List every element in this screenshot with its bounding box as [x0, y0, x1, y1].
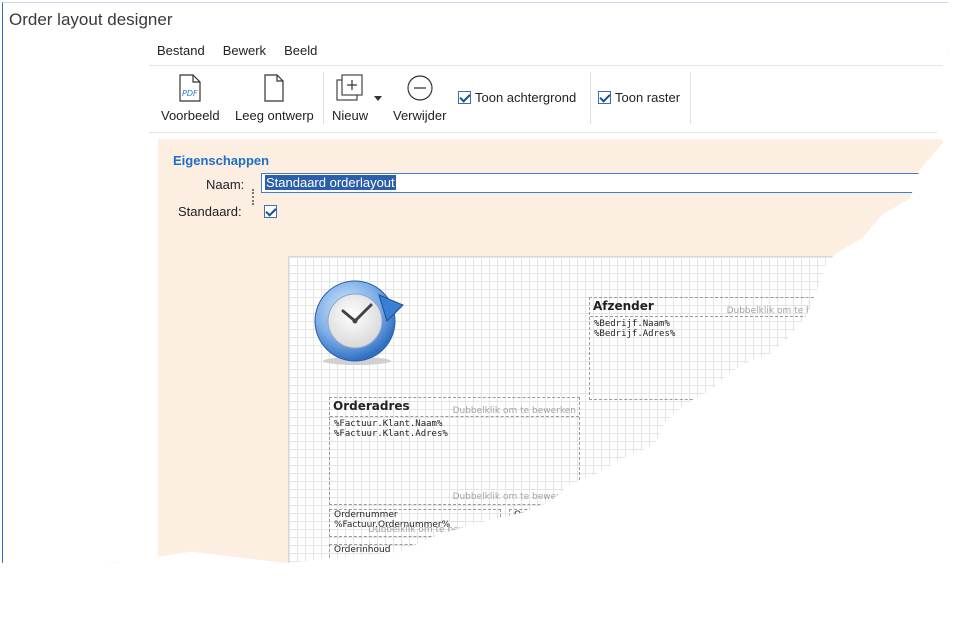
order-address-line: %Factuur.Klant.Adres% [334, 429, 448, 439]
show-grid-toggle[interactable]: Toon raster [598, 90, 680, 105]
show-background-checkbox[interactable] [458, 91, 471, 104]
toolbar: PDF Voorbeeld Leeg ontwerp Nieuw Verwijd… [149, 65, 948, 133]
order-contents-block[interactable]: Orderinhoud [329, 544, 584, 563]
toolbar-separator [323, 72, 324, 124]
name-input-value: Standaard orderlayout [265, 175, 396, 190]
order-address-edit-hint-bottom: Dubbelklik om te bewerken [452, 492, 576, 502]
menu-bar: Bestand Bewerk Beeld [157, 41, 317, 60]
sender-block[interactable]: Afzender Dubbelklik om te bewerken %Bedr… [589, 297, 854, 400]
order-date-block[interactable]: Orderdatum %Factuur.Dat Dub [509, 509, 584, 537]
toolbar-separator [590, 72, 591, 124]
delete-button[interactable]: Verwijder [393, 72, 446, 123]
new-label: Nieuw [332, 108, 369, 123]
sender-title: Afzender [593, 299, 654, 313]
show-grid-label: Toon raster [615, 90, 681, 105]
preview-button[interactable]: PDF Voorbeeld [161, 72, 220, 123]
sender-edit-hint: Dubbelklik om te bewerken [726, 306, 850, 316]
splitter-handle[interactable] [252, 189, 255, 205]
empty-design-label: Leeg ontwerp [235, 108, 314, 123]
empty-design-button[interactable]: Leeg ontwerp [235, 72, 314, 123]
order-address-edit-hint: Dubbelklik om te bewerken [452, 406, 576, 416]
sender-line: %Bedrijf.Naam% [594, 319, 670, 329]
order-date-edit-hint: Dub [561, 525, 580, 535]
chevron-down-icon[interactable] [374, 96, 382, 102]
properties-header: Eigenschappen [173, 153, 270, 168]
sender-edit-hint-bottom: Dub [831, 387, 850, 397]
svg-text:PDF: PDF [182, 89, 198, 98]
app-window: Order layout designer Bestand Bewerk Bee… [2, 2, 948, 563]
order-contents-label: Orderinhoud [334, 545, 391, 555]
order-date-label: Orderdatum [514, 510, 569, 520]
clock-logo-icon[interactable] [309, 275, 409, 367]
toolbar-separator [690, 72, 691, 124]
properties-panel: Eigenschappen Naam: Standaard orderlayou… [158, 139, 948, 563]
minus-circle-icon [407, 75, 433, 101]
order-address-line: %Factuur.Klant.Naam% [334, 419, 443, 429]
show-background-toggle[interactable]: Toon achtergrond [458, 90, 576, 105]
order-number-edit-hint: Dubbelklik om te bewerken [368, 525, 492, 535]
order-number-block[interactable]: Ordernummer %Factuur.Ordernummer% Dubbel… [329, 509, 501, 537]
name-input[interactable]: Standaard orderlayout [261, 173, 941, 193]
preview-label: Voorbeeld [161, 108, 220, 123]
layout-canvas[interactable]: Afzender Dubbelklik om te bewerken %Bedr… [288, 256, 854, 563]
order-number-label: Ordernummer [334, 510, 398, 520]
window-title: Order layout designer [9, 10, 173, 29]
new-item-icon [336, 74, 363, 101]
menu-bestand[interactable]: Bestand [157, 41, 205, 60]
new-button[interactable]: Nieuw [332, 72, 368, 123]
default-checkbox[interactable] [264, 205, 277, 218]
order-date-value: %Factuur.Dat [514, 520, 575, 530]
delete-label: Verwijder [393, 108, 447, 123]
blank-document-icon [264, 74, 284, 102]
sender-line: %Bedrijf.Adres% [594, 329, 676, 339]
show-background-label: Toon achtergrond [475, 90, 577, 105]
name-label: Naam: [206, 177, 245, 192]
order-address-block[interactable]: Orderadres Dubbelklik om te bewerken %Fa… [329, 397, 580, 505]
pdf-icon: PDF [179, 74, 201, 102]
show-grid-checkbox[interactable] [598, 91, 611, 104]
menu-bewerk[interactable]: Bewerk [223, 41, 266, 60]
menu-beeld[interactable]: Beeld [284, 41, 317, 60]
default-label: Standaard: [178, 204, 242, 219]
